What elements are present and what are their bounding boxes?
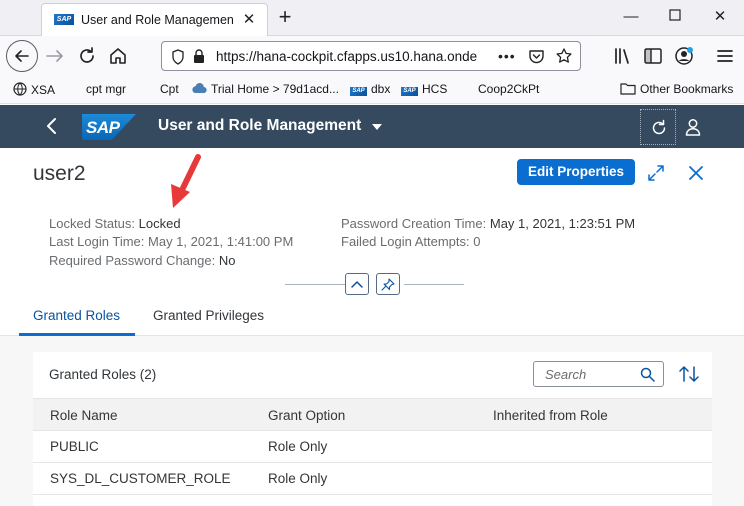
library-icon[interactable] [612, 45, 634, 67]
close-icon[interactable] [686, 163, 706, 183]
search-input[interactable]: Search [533, 361, 664, 387]
table-row[interactable]: PUBLIC Role Only [33, 431, 712, 463]
tab-granted-privileges[interactable]: Granted Privileges [153, 308, 264, 323]
url-bar[interactable]: https://hana-cockpit.cfapps.us10.hana.on… [161, 41, 581, 71]
menu-icon[interactable] [714, 45, 736, 67]
column-header-inherited-from-role[interactable]: Inherited from Role [493, 408, 608, 423]
new-tab-icon[interactable]: + [273, 6, 297, 30]
red-arrow-annotation-icon [171, 154, 201, 208]
page-actions-icon[interactable]: ••• [498, 48, 516, 64]
globe-icon [13, 82, 27, 96]
folder-icon [620, 83, 636, 95]
failed-login-attempts-attribute: Failed Login Attempts: 0 [341, 234, 481, 249]
browser-navbar: https://hana-cockpit.cfapps.us10.hana.on… [0, 36, 744, 76]
pocket-icon[interactable] [528, 48, 545, 65]
forward-arrow-icon[interactable] [44, 45, 66, 67]
close-window-icon[interactable]: ✕ [706, 5, 734, 29]
url-text: https://hana-cockpit.cfapps.us10.hana.on… [216, 49, 478, 64]
page-title: user2 [33, 162, 86, 185]
column-header-role-name[interactable]: Role Name [50, 408, 118, 423]
sap-icon: SAP [350, 87, 367, 96]
required-password-change-attribute: Required Password Change: No [49, 253, 236, 268]
cell-role-name: SYS_DL_CUSTOMER_ROLE [50, 471, 231, 486]
bookmark-coop2ckpt[interactable]: Coop2CkPt [478, 82, 539, 96]
home-icon[interactable] [107, 45, 129, 67]
minimize-window-icon[interactable]: — [617, 5, 645, 29]
browser-tab[interactable]: SAP User and Role Management – S ✕ [41, 3, 268, 36]
sidebar-icon[interactable] [642, 45, 664, 67]
browser-titlebar: SAP User and Role Management – S ✕ + — ✕ [0, 0, 744, 36]
sap-favicon-icon: SAP [54, 14, 74, 25]
user-profile-icon[interactable] [683, 117, 703, 137]
last-login-attribute: Last Login Time: May 1, 2021, 1:41:00 PM [49, 234, 294, 249]
locked-status-attribute: Locked Status: Locked [49, 216, 181, 231]
table-header: Role Name Grant Option Inherited from Ro… [33, 398, 712, 431]
shield-icon[interactable] [171, 49, 185, 65]
pin-header-button[interactable] [376, 273, 400, 295]
account-icon[interactable] [673, 45, 695, 67]
lock-icon[interactable] [193, 49, 205, 64]
collapse-header-button[interactable] [345, 273, 369, 295]
column-header-grant-option[interactable]: Grant Option [268, 408, 345, 423]
sort-icon[interactable] [678, 364, 700, 384]
refresh-button[interactable] [640, 109, 676, 145]
maximize-window-icon[interactable] [661, 5, 689, 29]
bookmark-trial-home[interactable]: Trial Home > 79d1acd... [191, 82, 339, 96]
fullscreen-icon[interactable] [646, 163, 666, 183]
search-placeholder: Search [545, 367, 587, 382]
reload-icon[interactable] [76, 45, 98, 67]
cloud-icon [192, 82, 207, 94]
chevron-up-icon [351, 281, 363, 288]
cell-grant-option: Role Only [268, 439, 328, 454]
app-title[interactable]: User and Role Management [158, 117, 361, 135]
tab-granted-roles[interactable]: Granted Roles [33, 308, 120, 323]
bookmark-cpt-mgr[interactable]: cpt mgr [86, 82, 126, 96]
browser-tab-title: User and Role Management – S [81, 13, 233, 27]
bookmark-hcs[interactable]: SAP HCS [401, 82, 447, 96]
tab-bar: Granted Roles Granted Privileges [0, 300, 744, 336]
table-title: Granted Roles (2) [49, 367, 157, 382]
cell-grant-option: Role Only [268, 471, 328, 486]
bookmark-other-bookmarks[interactable]: Other Bookmarks [620, 82, 733, 96]
bookmark-cpt[interactable]: Cpt [160, 82, 179, 96]
table-row[interactable]: SYS_DL_CUSTOMER_ROLE Role Only [33, 463, 712, 495]
refresh-icon [652, 119, 666, 135]
header-divider-right [404, 284, 464, 285]
sap-shell-bar: SAP User and Role Management [0, 105, 744, 148]
bookmark-star-icon[interactable] [555, 47, 573, 65]
back-arrow-icon [15, 50, 29, 62]
cell-role-name: PUBLIC [50, 439, 99, 454]
edit-properties-button[interactable]: Edit Properties [517, 159, 635, 185]
bookmarks-bar: XSA cpt mgr Cpt Trial Home > 79d1acd... … [0, 76, 744, 104]
back-chevron-icon[interactable] [42, 116, 62, 136]
search-icon[interactable] [640, 367, 655, 382]
bookmark-dbx[interactable]: SAP dbx [350, 82, 390, 96]
back-button[interactable] [6, 40, 38, 72]
close-tab-icon[interactable]: ✕ [240, 11, 258, 29]
app-title-dropdown-icon[interactable] [372, 124, 382, 130]
header-divider-left [285, 284, 345, 285]
sap-icon: SAP [401, 87, 418, 96]
bookmark-xsa[interactable]: XSA [13, 82, 55, 97]
password-creation-attribute: Password Creation Time: May 1, 2021, 1:2… [341, 216, 636, 231]
pin-icon [381, 278, 395, 291]
sap-logo[interactable]: SAP [82, 114, 136, 140]
